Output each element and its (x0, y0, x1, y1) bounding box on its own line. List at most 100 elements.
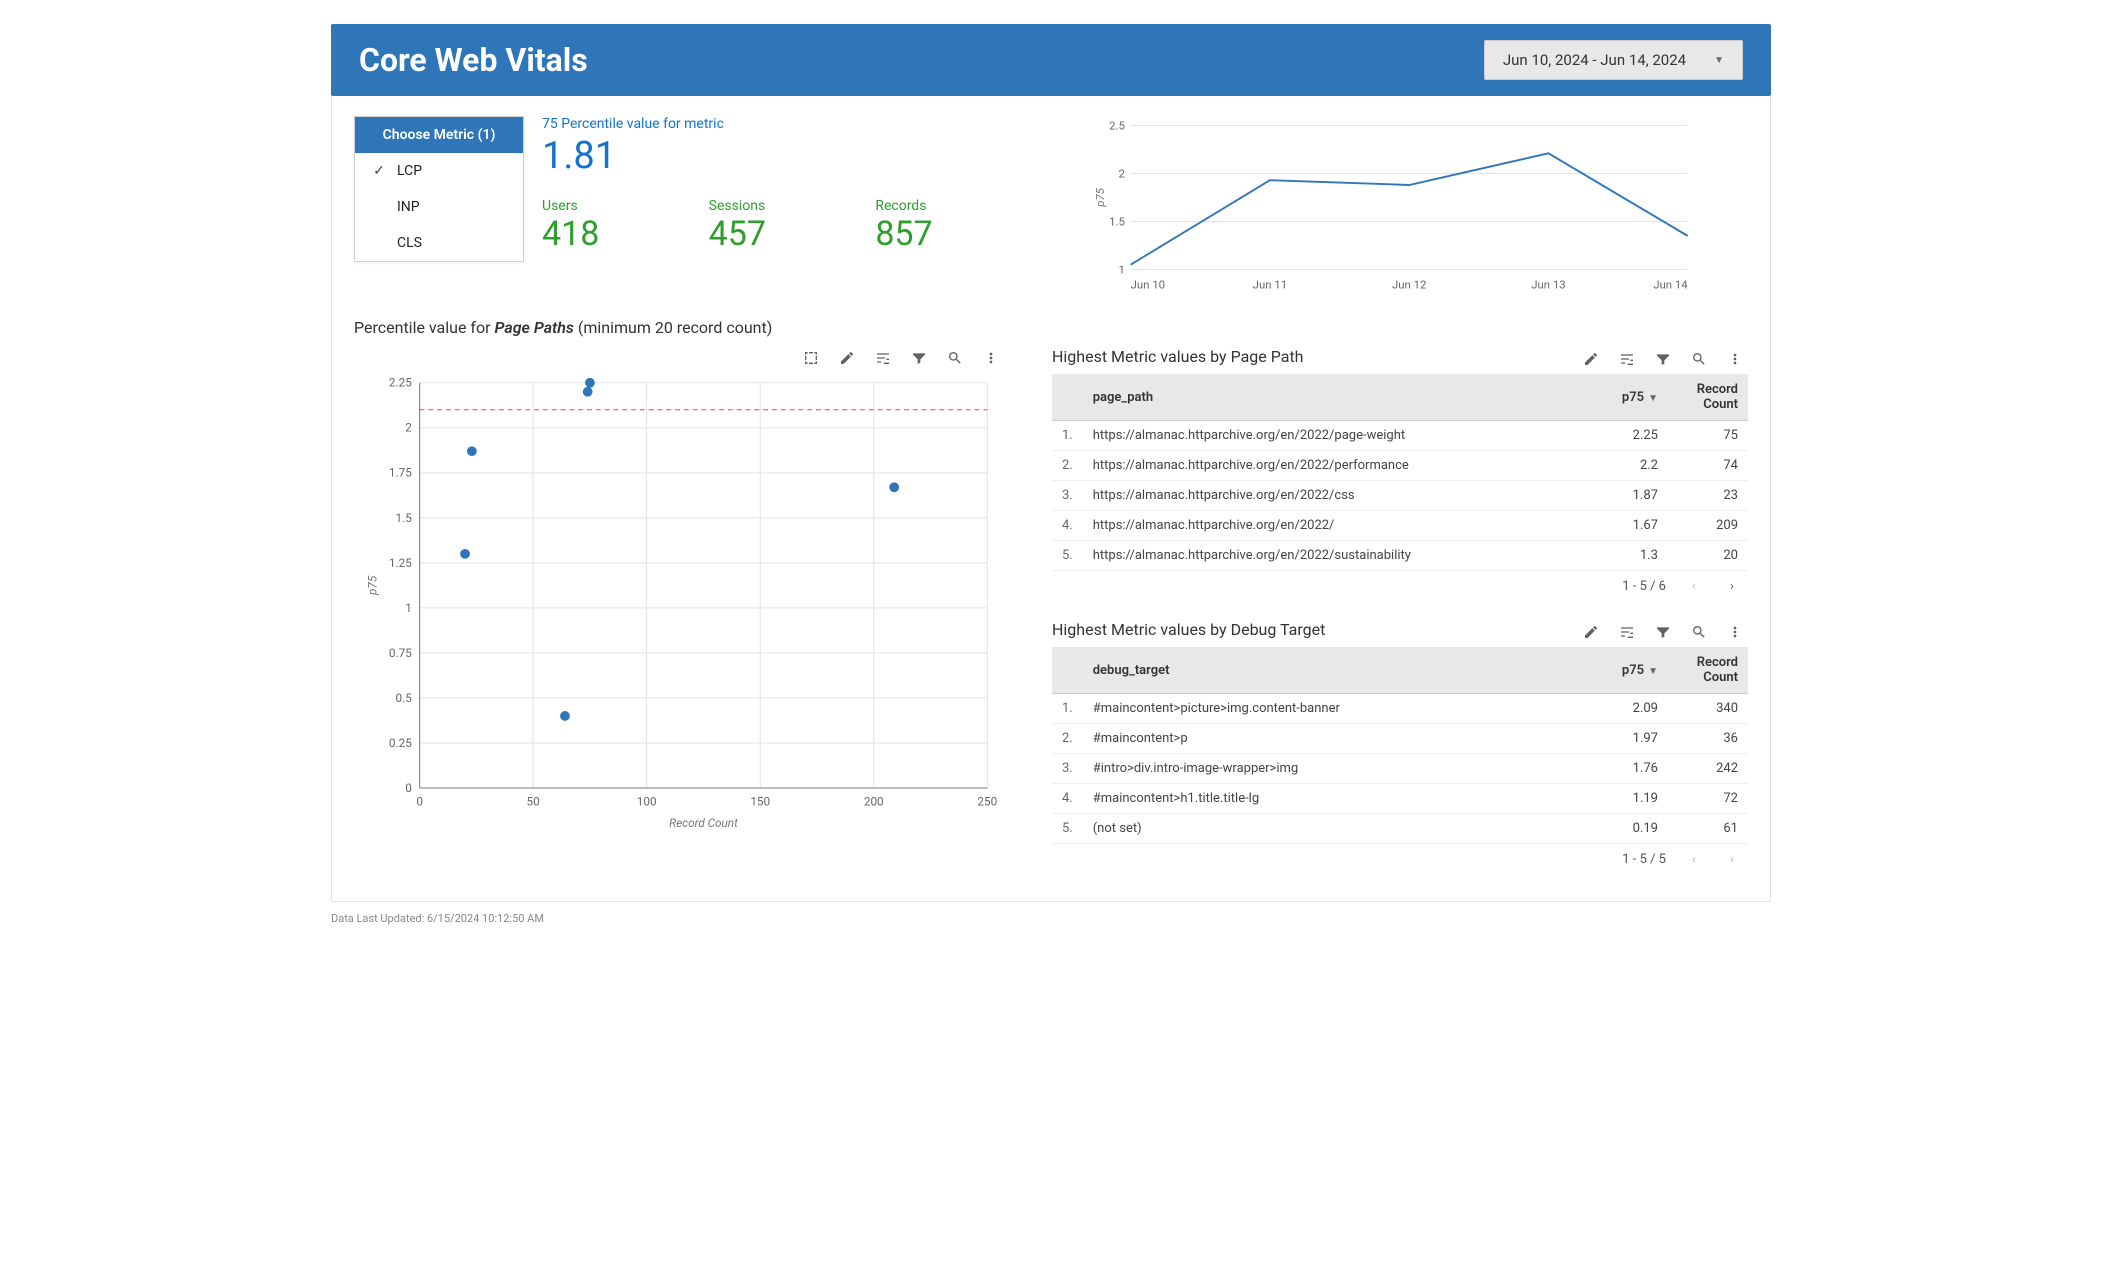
debug-table-toolbar (1578, 617, 1748, 647)
sliders-icon[interactable] (874, 349, 892, 367)
pencil-icon[interactable] (1582, 350, 1600, 368)
kpi-percentile-label: 75 Percentile value for metric (542, 116, 1022, 132)
scatter-panel: 0 0.25 0.5 0.75 1 1.25 1.5 1.75 2 2.25 0 50 100 150 20… (354, 343, 1004, 837)
filter-icon[interactable] (1654, 623, 1672, 641)
table-row[interactable]: 4. https://almanac.httparchive.org/en/20… (1052, 511, 1748, 541)
trend-line-chart: 11.522.5Jun 10Jun 11Jun 12Jun 13Jun 14p7… (1040, 116, 1748, 300)
svg-text:Jun 12: Jun 12 (1392, 277, 1426, 291)
pencil-icon[interactable] (1582, 623, 1600, 641)
zoom-icon[interactable] (1690, 623, 1708, 641)
sliders-icon[interactable] (1618, 350, 1636, 368)
more-vert-icon[interactable] (1726, 623, 1744, 641)
pager-next[interactable]: › (1722, 579, 1742, 594)
sliders-icon[interactable] (1618, 623, 1636, 641)
metric-selector-list: ✓ LCP INP CLS (355, 153, 523, 261)
svg-text:Jun 14: Jun 14 (1653, 277, 1688, 291)
svg-text:2: 2 (1119, 166, 1125, 180)
date-range-label: Jun 10, 2024 - Jun 14, 2024 (1503, 51, 1686, 69)
col-record-count[interactable]: Record Count (1668, 647, 1748, 694)
debug-pager: 1 - 5 / 5 ‹ › (1052, 844, 1748, 867)
svg-text:50: 50 (527, 795, 540, 809)
filter-icon[interactable] (1654, 350, 1672, 368)
pager-range: 1 - 5 / 5 (1622, 852, 1666, 867)
page-title: Core Web Vitals (359, 41, 588, 79)
svg-text:0.25: 0.25 (389, 736, 412, 750)
sort-desc-icon: ▼ (1648, 666, 1658, 677)
pager-prev[interactable]: ‹ (1684, 579, 1704, 594)
kpi-users-label: Users (542, 198, 689, 214)
col-record-count[interactable]: Record Count (1668, 374, 1748, 421)
metric-selector-header: Choose Metric (1) (355, 117, 523, 153)
metric-option-lcp[interactable]: ✓ LCP (355, 153, 523, 189)
table-row[interactable]: 5. https://almanac.httparchive.org/en/20… (1052, 541, 1748, 571)
svg-text:150: 150 (750, 795, 770, 809)
svg-text:0.75: 0.75 (389, 646, 412, 660)
date-range-picker[interactable]: Jun 10, 2024 - Jun 14, 2024 ▼ (1484, 40, 1743, 80)
kpi-sessions-value: 457 (709, 214, 856, 254)
kpi-users-value: 418 (542, 214, 689, 254)
pagepath-table-title: Highest Metric values by Page Path (1052, 343, 1304, 374)
pagepath-table-toolbar (1578, 344, 1748, 374)
pagepath-table: page_path p75▼ Record Count 1. https://a… (1052, 374, 1748, 571)
kpi-records-value: 857 (875, 214, 1022, 254)
pagepath-pager: 1 - 5 / 6 ‹ › (1052, 571, 1748, 594)
svg-text:1.75: 1.75 (389, 466, 412, 480)
svg-text:1: 1 (1119, 262, 1125, 276)
svg-text:100: 100 (637, 795, 657, 809)
col-page-path[interactable]: page_path (1083, 374, 1585, 421)
col-debug-target[interactable]: debug_target (1083, 647, 1567, 694)
svg-text:200: 200 (864, 795, 884, 809)
col-p75[interactable]: p75▼ (1566, 647, 1668, 694)
kpi-records-label: Records (875, 198, 1022, 214)
kpi-panel: 75 Percentile value for metric 1.81 User… (542, 116, 1022, 254)
zoom-icon[interactable] (1690, 350, 1708, 368)
table-row[interactable]: 1. #maincontent>picture>img.content-bann… (1052, 694, 1748, 724)
kpi-sessions-label: Sessions (709, 198, 856, 214)
page-header: Core Web Vitals Jun 10, 2024 - Jun 14, 2… (331, 24, 1771, 96)
debug-table: debug_target p75▼ Record Count 1. #mainc… (1052, 647, 1748, 844)
more-vert-icon[interactable] (982, 349, 1000, 367)
svg-text:1: 1 (405, 601, 412, 615)
sort-desc-icon: ▼ (1648, 393, 1658, 404)
table-row[interactable]: 3. https://almanac.httparchive.org/en/20… (1052, 481, 1748, 511)
svg-text:0: 0 (405, 781, 412, 795)
svg-text:0: 0 (416, 795, 423, 809)
svg-text:2.25: 2.25 (389, 376, 412, 390)
svg-text:2.5: 2.5 (1109, 118, 1125, 132)
table-row[interactable]: 1. https://almanac.httparchive.org/en/20… (1052, 421, 1748, 451)
svg-text:0.5: 0.5 (396, 691, 413, 705)
pencil-icon[interactable] (838, 349, 856, 367)
metric-option-cls[interactable]: CLS (355, 225, 523, 261)
filter-icon[interactable] (910, 349, 928, 367)
svg-text:p75: p75 (1093, 187, 1107, 207)
svg-text:2: 2 (405, 421, 412, 435)
svg-text:p75: p75 (366, 575, 380, 596)
tables-panel: Highest Metric values by Page Path (1052, 343, 1748, 889)
zoom-icon[interactable] (946, 349, 964, 367)
svg-text:1.5: 1.5 (1109, 214, 1125, 228)
table-row[interactable]: 5. (not set) 0.19 61 (1052, 814, 1748, 844)
more-vert-icon[interactable] (1726, 350, 1744, 368)
svg-text:250: 250 (977, 795, 997, 809)
check-icon: ✓ (371, 163, 387, 179)
svg-text:Record Count: Record Count (669, 816, 738, 830)
data-last-updated: Data Last Updated: 6/15/2024 10:12:50 AM (331, 912, 1771, 925)
metric-option-inp[interactable]: INP (355, 189, 523, 225)
svg-text:1.25: 1.25 (389, 556, 412, 570)
chevron-down-icon: ▼ (1714, 55, 1724, 66)
pagepaths-section-title: Percentile value for Page Paths (minimum… (354, 318, 1748, 337)
select-box-icon[interactable] (802, 349, 820, 367)
table-row[interactable]: 3. #intro>div.intro-image-wrapper>img 1.… (1052, 754, 1748, 784)
kpi-percentile-value: 1.81 (542, 134, 1022, 178)
pager-next[interactable]: › (1722, 852, 1742, 867)
svg-text:1.5: 1.5 (396, 511, 413, 525)
table-row[interactable]: 2. https://almanac.httparchive.org/en/20… (1052, 451, 1748, 481)
col-p75[interactable]: p75▼ (1585, 374, 1668, 421)
pager-prev[interactable]: ‹ (1684, 852, 1704, 867)
scatter-toolbar (354, 343, 1004, 373)
table-row[interactable]: 2. #maincontent>p 1.97 36 (1052, 724, 1748, 754)
svg-text:Jun 10: Jun 10 (1131, 277, 1165, 291)
svg-text:Jun 11: Jun 11 (1253, 277, 1287, 291)
metric-selector-card: Choose Metric (1) ✓ LCP INP CLS (354, 116, 524, 262)
table-row[interactable]: 4. #maincontent>h1.title.title-lg 1.19 7… (1052, 784, 1748, 814)
